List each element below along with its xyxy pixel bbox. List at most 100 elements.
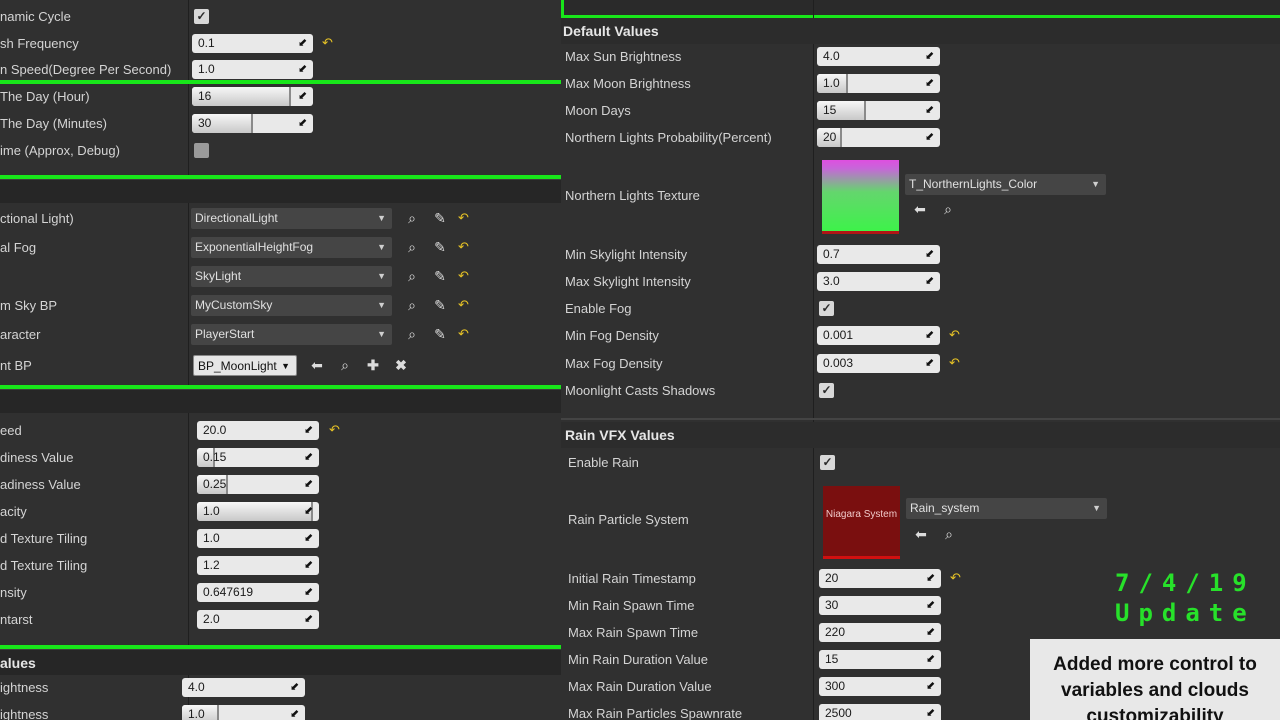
drag-arrow-icon: ⬋ [926, 572, 936, 584]
asset-picker[interactable]: T_NorthernLights_Color ▼ [905, 174, 1106, 195]
eyedropper-icon[interactable]: ✎ [431, 238, 449, 256]
class-picker[interactable]: BP_MoonLight ▼ [193, 355, 297, 376]
actor-picker[interactable]: ExponentialHeightFog ▼ [191, 237, 392, 258]
eyedropper-icon[interactable]: ✎ [431, 209, 449, 227]
number-field[interactable]: 15 ⬋ [819, 650, 941, 669]
number-field[interactable]: 0.003 ⬋ [817, 354, 940, 373]
checkbox[interactable]: ✓ [820, 455, 835, 470]
slider-field[interactable]: 20 ⬋ [817, 128, 940, 147]
reset-to-default-icon[interactable]: ↶ [458, 327, 469, 340]
drag-arrow-icon: ⬋ [298, 90, 308, 102]
search-icon[interactable]: ⌕ [403, 325, 421, 343]
slider-field[interactable]: 0.25 ⬋ [197, 475, 319, 494]
property-row: n Speed(Degree Per Second) 1.0 ⬋ [0, 56, 561, 83]
number-field[interactable]: 0.647619 ⬋ [197, 583, 319, 602]
reset-to-default-icon[interactable]: ↶ [458, 269, 469, 282]
number-field[interactable]: 0.1 ⬋ [192, 34, 313, 53]
section-title: Rain VFX Values [565, 427, 675, 443]
number-field[interactable]: 2500 ⬋ [819, 704, 941, 720]
search-icon[interactable]: ⌕ [939, 200, 957, 218]
niagara-thumbnail[interactable]: Niagara System [823, 486, 900, 559]
checkbox[interactable]: ✓ [819, 383, 834, 398]
section-header[interactable] [0, 389, 561, 413]
drag-arrow-icon: ⬋ [926, 680, 936, 692]
reset-to-default-icon[interactable]: ↶ [458, 240, 469, 253]
number-field[interactable]: 20 ⬋ [819, 569, 941, 588]
number-field[interactable]: 0.001 ⬋ [817, 326, 940, 345]
search-icon[interactable]: ⌕ [336, 356, 354, 374]
checkbox[interactable]: ✓ [194, 143, 209, 158]
section-header[interactable] [0, 179, 561, 203]
section-title: Default Values [563, 23, 659, 39]
chevron-down-icon: ▼ [1092, 503, 1101, 513]
search-icon[interactable]: ⌕ [940, 525, 958, 543]
property-label: al Fog [0, 240, 37, 255]
close-icon[interactable]: ✖ [392, 356, 410, 374]
slider-field[interactable]: 30 ⬋ [192, 114, 313, 133]
property-label: ntarst [0, 612, 33, 627]
property-label: Max Moon Brightness [565, 76, 691, 91]
slider-field[interactable]: 16 ⬋ [192, 87, 313, 106]
actor-picker[interactable]: MyCustomSky ▼ [191, 295, 392, 316]
asset-picker[interactable]: Rain_system ▼ [906, 498, 1107, 519]
search-icon[interactable]: ⌕ [403, 267, 421, 285]
reset-to-default-icon[interactable]: ↶ [949, 328, 960, 341]
reset-to-default-icon[interactable]: ↶ [329, 423, 340, 436]
texture-thumbnail[interactable] [822, 160, 899, 234]
slider-field[interactable]: 0.15 ⬋ [197, 448, 319, 467]
reset-to-default-icon[interactable]: ↶ [458, 211, 469, 224]
number-field[interactable]: 3.0 ⬋ [817, 272, 940, 291]
drag-arrow-icon: ⬋ [304, 478, 314, 490]
number-field[interactable]: 220 ⬋ [819, 623, 941, 642]
actor-picker[interactable]: SkyLight ▼ [191, 266, 392, 287]
arrow-left-icon[interactable]: ⬅ [911, 200, 929, 218]
section-header[interactable]: Rain VFX Values [561, 422, 1280, 448]
property-row: acity 1.0 ⬋ [0, 498, 561, 525]
property-row: ightness 4.0 ⬋ [0, 674, 561, 701]
checkbox[interactable]: ✓ [819, 301, 834, 316]
number-field[interactable]: 0.7 ⬋ [817, 245, 940, 264]
property-row: Min Skylight Intensity 0.7 ⬋ [561, 241, 1280, 268]
search-icon[interactable]: ⌕ [403, 296, 421, 314]
number-field[interactable]: 1.0 ⬋ [197, 529, 319, 548]
number-field[interactable]: 4.0 ⬋ [182, 678, 305, 697]
number-field[interactable]: 300 ⬋ [819, 677, 941, 696]
reset-to-default-icon[interactable]: ↶ [458, 298, 469, 311]
plus-icon[interactable]: ✚ [364, 356, 382, 374]
property-row: eed 20.0 ⬋ ↶ [0, 417, 561, 444]
property-row: Min Fog Density 0.001 ⬋ ↶ [561, 322, 1280, 349]
checkbox[interactable]: ✓ [194, 9, 209, 24]
number-field[interactable]: 4.0 ⬋ [817, 47, 940, 66]
search-icon[interactable]: ⌕ [403, 209, 421, 227]
section-header[interactable]: Default Values [561, 18, 1280, 44]
reset-to-default-icon[interactable]: ↶ [322, 36, 333, 49]
drag-arrow-icon: ⬋ [926, 707, 936, 719]
search-icon[interactable]: ⌕ [403, 238, 421, 256]
slider-field[interactable]: 1.0 ⬋ [182, 705, 305, 720]
chevron-down-icon: ▼ [377, 213, 386, 223]
eyedropper-icon[interactable]: ✎ [431, 325, 449, 343]
eyedropper-icon[interactable]: ✎ [431, 267, 449, 285]
actor-picker[interactable]: DirectionalLight ▼ [191, 208, 392, 229]
number-field[interactable]: 1.0 ⬋ [192, 60, 313, 79]
property-row: ightness 1.0 ⬋ [0, 701, 561, 720]
slider-field[interactable]: 1.0 ⬋ [817, 74, 940, 93]
actor-picker[interactable]: PlayerStart ▼ [191, 324, 392, 345]
arrow-left-icon[interactable]: ⬅ [308, 356, 326, 374]
arrow-left-icon[interactable]: ⬅ [912, 525, 930, 543]
number-field[interactable]: 2.0 ⬋ [197, 610, 319, 629]
drag-arrow-icon: ⬋ [925, 50, 935, 62]
drag-arrow-icon: ⬋ [925, 357, 935, 369]
reset-to-default-icon[interactable]: ↶ [950, 571, 961, 584]
info-banner: Added more control to variables and clou… [1030, 639, 1280, 720]
number-field[interactable]: 1.2 ⬋ [197, 556, 319, 575]
number-field[interactable]: 20.0 ⬋ [197, 421, 319, 440]
reset-to-default-icon[interactable]: ↶ [949, 356, 960, 369]
drag-arrow-icon: ⬋ [926, 653, 936, 665]
property-row: sh Frequency 0.1 ⬋ ↶ [0, 30, 561, 57]
slider-field[interactable]: 15 ⬋ [817, 101, 940, 120]
section-header[interactable]: alues [0, 649, 561, 675]
eyedropper-icon[interactable]: ✎ [431, 296, 449, 314]
slider-field[interactable]: 1.0 ⬋ [197, 502, 319, 521]
number-field[interactable]: 30 ⬋ [819, 596, 941, 615]
